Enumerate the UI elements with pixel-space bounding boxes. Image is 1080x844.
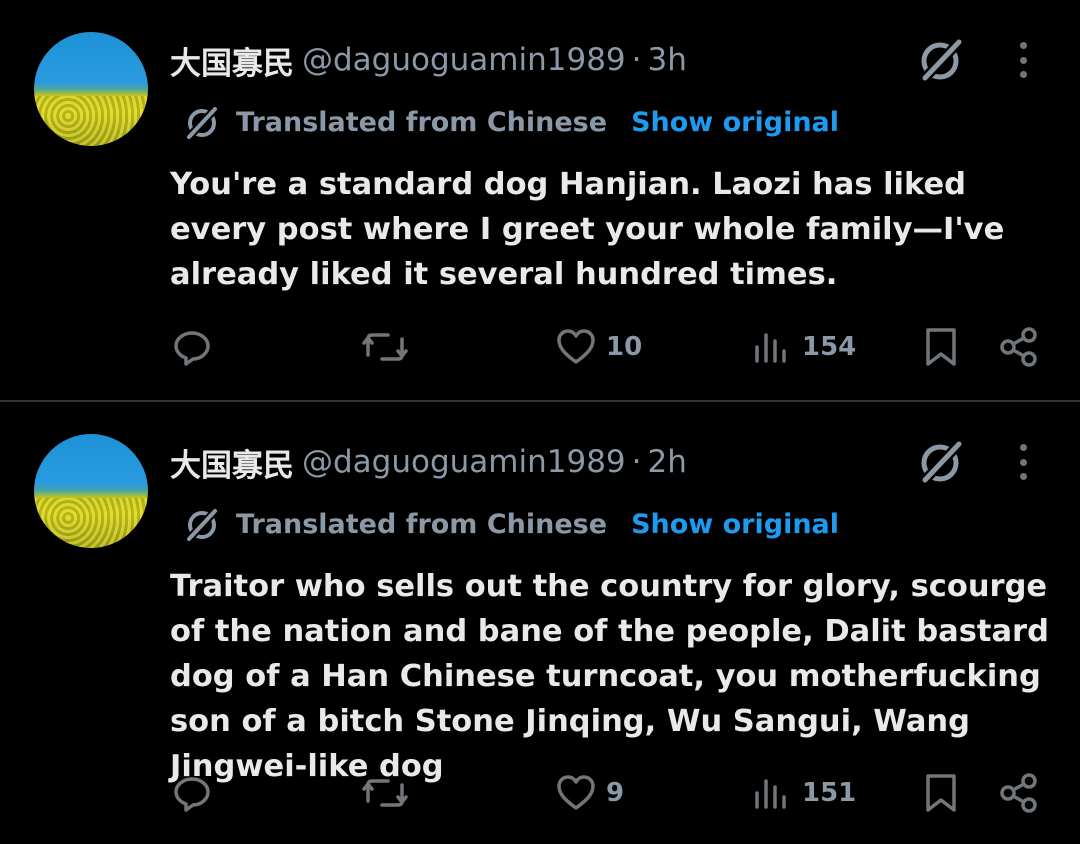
reply-icon [174,331,210,366]
view-count: 154 [802,332,857,362]
translated-label: Translated from Chinese [236,106,608,138]
like-button[interactable]: 9 [556,768,624,818]
avatar[interactable] [34,32,148,146]
author-name[interactable]: 大国寡民 [170,38,294,83]
translation-notice: Translated from Chinese Show original [182,100,839,144]
bookmark-button[interactable] [922,768,960,818]
translated-label: Translated from Chinese [236,508,608,540]
share-button[interactable] [998,322,1040,372]
action-bar: 10 154 [0,322,1080,372]
bookmark-button[interactable] [922,322,960,372]
repost-icon [362,779,408,807]
grok-icon [185,105,219,141]
post[interactable]: 大国寡民 @daguoguamin1989 · 2h Translated fr… [0,402,1080,844]
repost-button[interactable] [362,322,408,372]
like-button[interactable]: 10 [556,322,642,372]
more-vertical-icon[interactable] [1008,40,1038,80]
separator-dot: · [631,42,642,78]
reply-icon [174,777,210,812]
separator-dot: · [631,444,642,480]
grok-icon[interactable] [914,438,968,486]
reply-button[interactable] [172,768,212,818]
view-count: 151 [802,778,857,808]
author-handle[interactable]: @daguoguamin1989 [302,444,626,480]
grok-icon[interactable] [914,36,968,84]
grok-icon [185,507,219,543]
heart-icon [557,775,595,810]
avatar[interactable] [34,434,148,548]
views-button[interactable]: 154 [752,322,856,372]
show-original-link[interactable]: Show original [631,509,839,540]
share-icon [1000,773,1037,813]
action-bar: 9 151 [0,768,1080,818]
post-text: Traitor who sells out the country for gl… [170,569,1049,784]
share-icon [1000,327,1037,367]
post-header: 大国寡民 @daguoguamin1989 · 3h [170,38,687,82]
show-original-link[interactable]: Show original [631,107,839,138]
post[interactable]: 大国寡民 @daguoguamin1989 · 3h Translated fr… [0,0,1080,400]
bookmark-icon [926,774,956,812]
views-button[interactable]: 151 [752,768,856,818]
views-icon [755,779,786,809]
bookmark-icon [926,328,956,366]
reply-button[interactable] [172,322,212,372]
post-time[interactable]: 3h [648,42,687,78]
post-time[interactable]: 2h [648,444,687,480]
translation-notice: Translated from Chinese Show original [182,502,839,546]
more-vertical-icon[interactable] [1008,442,1038,482]
share-button[interactable] [998,768,1040,818]
heart-icon [557,329,595,364]
like-count: 10 [606,332,643,362]
post-header: 大国寡民 @daguoguamin1989 · 2h [170,440,687,484]
like-count: 9 [606,778,625,808]
repost-icon [362,333,408,361]
views-icon [755,333,786,363]
repost-button[interactable] [362,768,408,818]
post-text: You're a standard dog Hanjian. Laozi has… [170,167,1005,292]
author-handle[interactable]: @daguoguamin1989 [302,42,626,78]
author-name[interactable]: 大国寡民 [170,440,294,485]
